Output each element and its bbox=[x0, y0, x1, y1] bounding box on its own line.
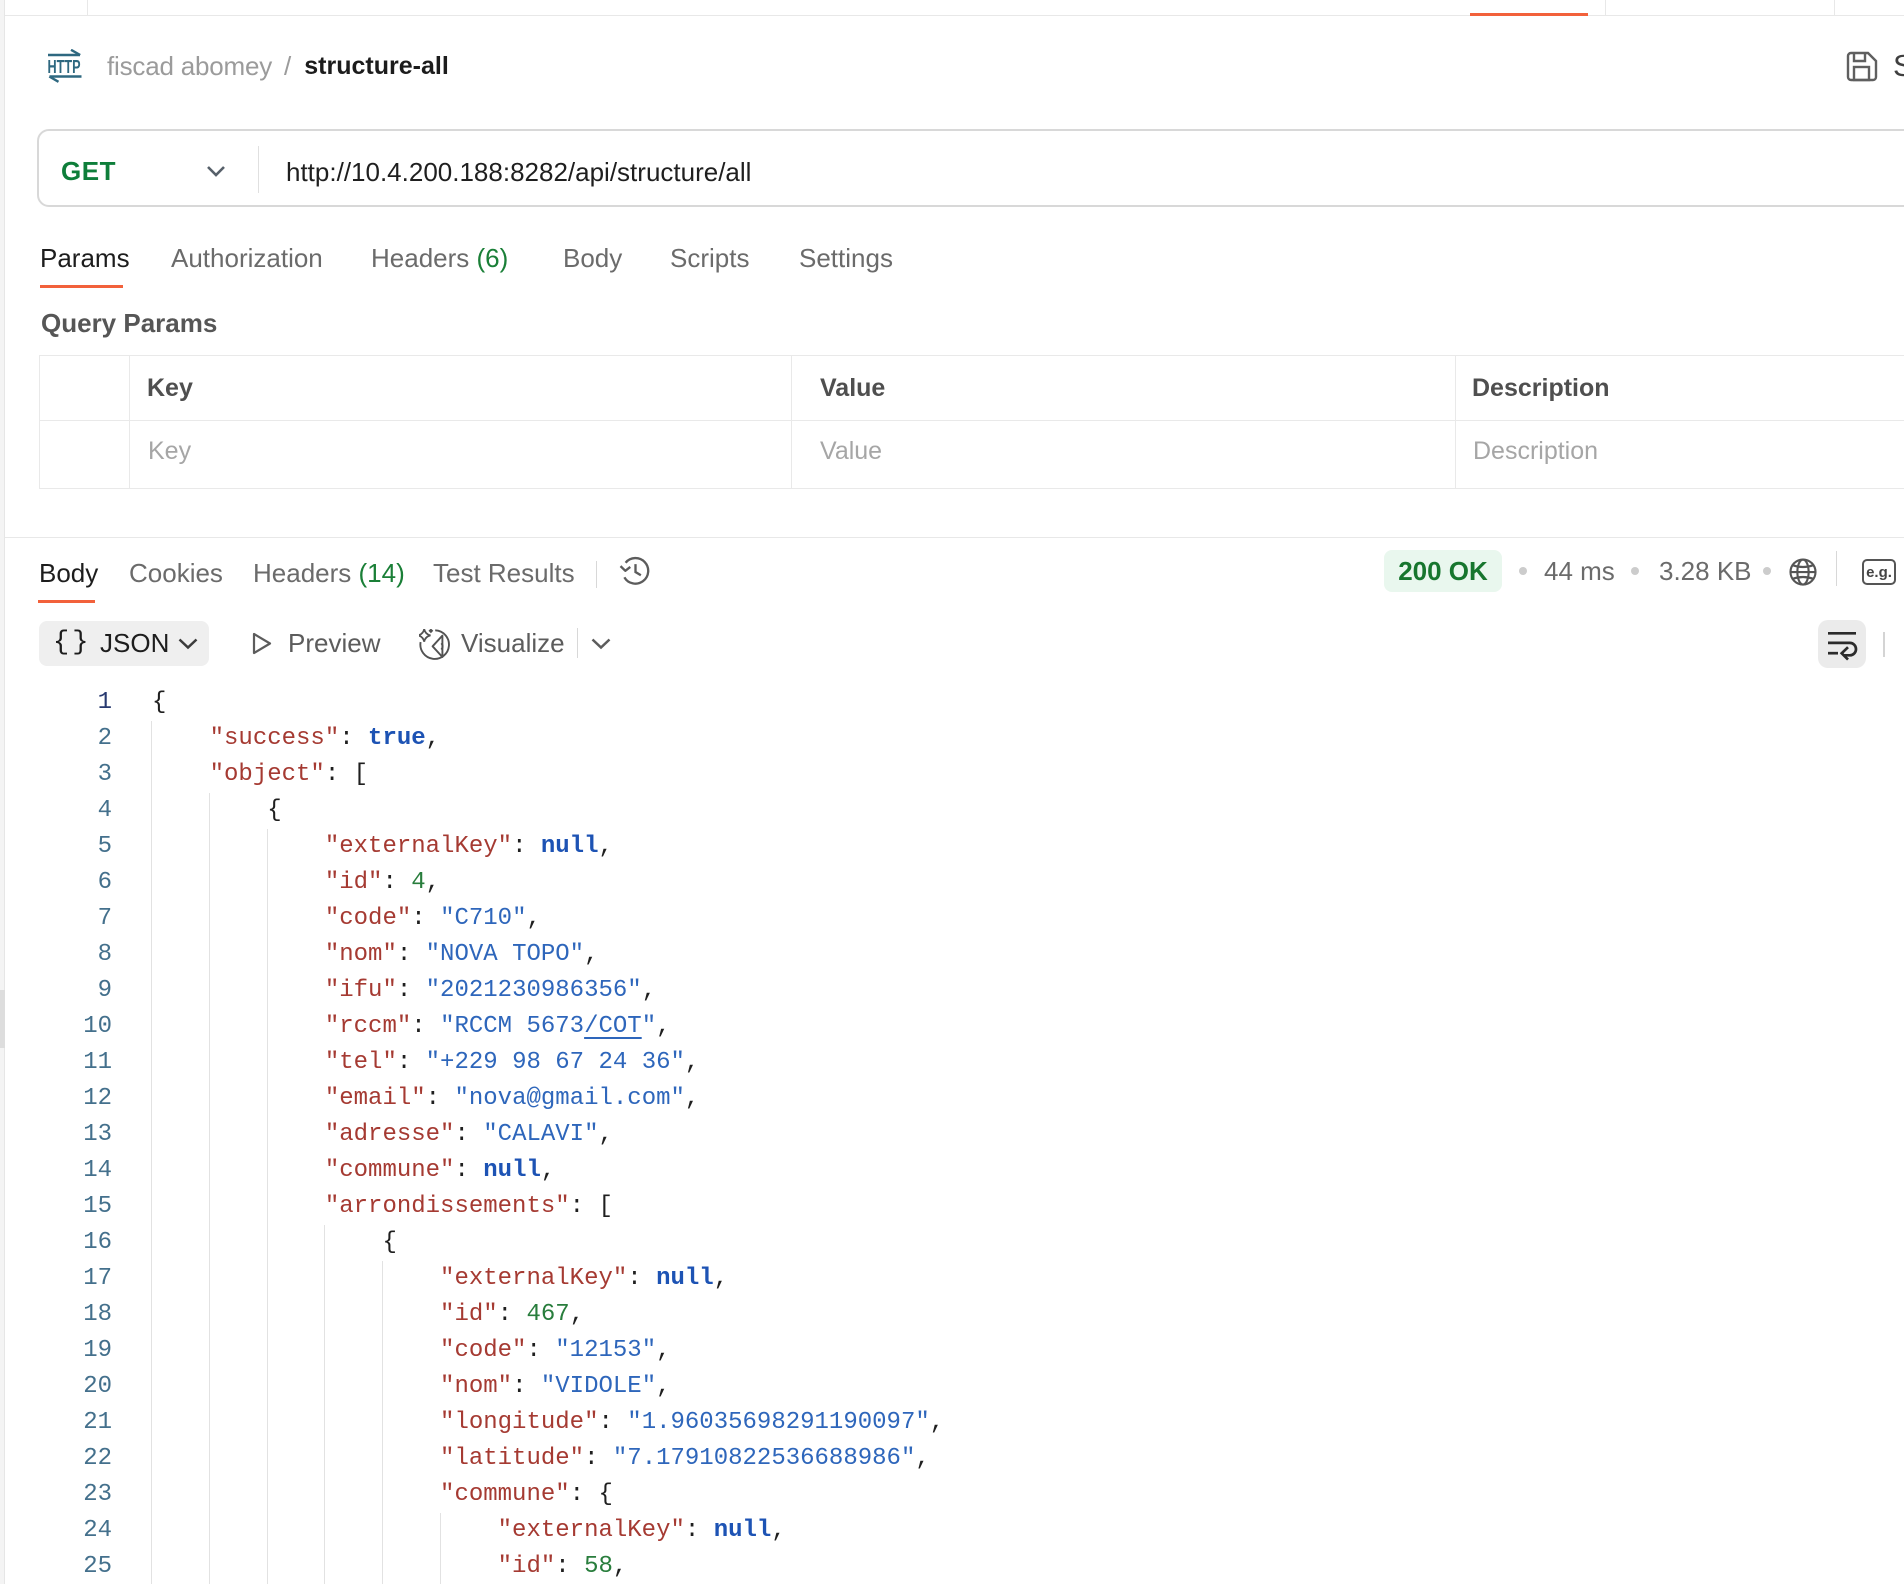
svg-text:HTTP: HTTP bbox=[48, 56, 81, 77]
